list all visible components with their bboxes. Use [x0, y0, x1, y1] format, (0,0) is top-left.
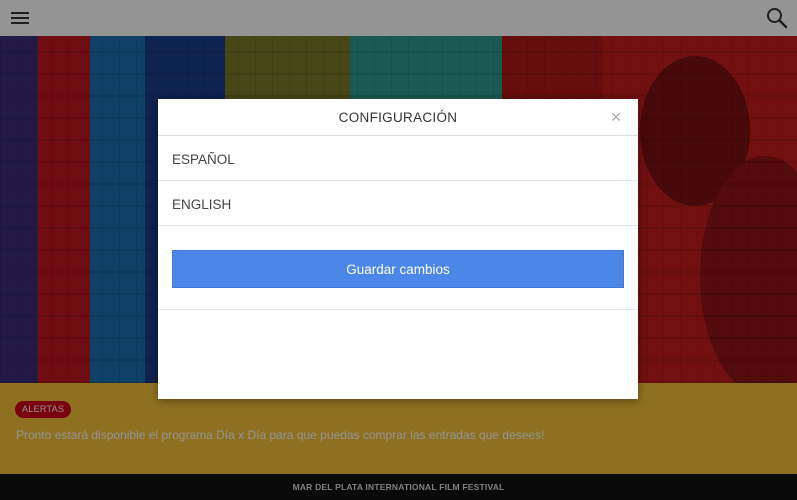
language-option-espanol[interactable]: ESPAÑOL — [158, 136, 638, 181]
save-changes-button[interactable]: Guardar cambios — [172, 250, 624, 288]
settings-dialog: CONFIGURACIÓN × ESPAÑOL ENGLISH Guardar … — [158, 99, 638, 399]
divider — [158, 309, 638, 310]
dialog-title: CONFIGURACIÓN — [338, 110, 458, 125]
language-option-english[interactable]: ENGLISH — [158, 181, 638, 226]
close-icon[interactable]: × — [608, 108, 624, 126]
dialog-header: CONFIGURACIÓN × — [158, 99, 638, 136]
language-label: ESPAÑOL — [172, 152, 235, 167]
language-label: ENGLISH — [172, 197, 232, 212]
